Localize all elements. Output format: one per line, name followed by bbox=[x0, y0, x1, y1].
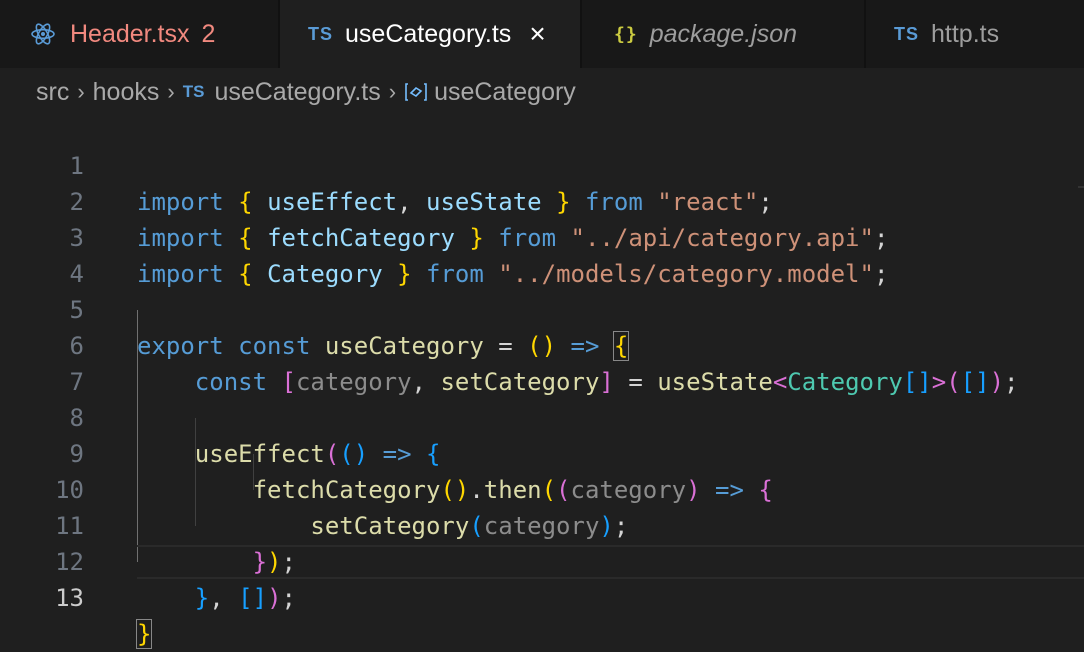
code-line: 1 import { useEffect, useState } from "r… bbox=[0, 112, 1084, 216]
json-icon: {} bbox=[614, 23, 638, 45]
symbol-variable-icon bbox=[405, 83, 427, 101]
code-line: 12 }, []); bbox=[0, 508, 1084, 612]
code-line: 2 import { fetchCategory } from "../api/… bbox=[0, 148, 1084, 252]
code-editor[interactable]: 1 import { useEffect, useState } from "r… bbox=[0, 112, 1084, 652]
problems-count-badge: 2 bbox=[201, 19, 216, 48]
react-icon bbox=[31, 23, 55, 45]
code-line: 4 bbox=[0, 220, 1084, 288]
code-line: 5 export const useCategory = () => { bbox=[0, 256, 1084, 361]
tab-label: package.json bbox=[649, 19, 798, 48]
breadcrumb-item-file[interactable]: useCategory.ts bbox=[214, 78, 380, 107]
tab-http-ts[interactable]: TS http.ts bbox=[866, 0, 1084, 68]
breadcrumb-item-src[interactable]: src bbox=[36, 78, 69, 107]
code-line: 7 bbox=[0, 328, 1084, 396]
code-line: 10 setCategory(category); bbox=[0, 436, 1084, 540]
chevron-right-icon: › bbox=[388, 79, 397, 104]
typescript-icon: TS bbox=[182, 82, 205, 101]
tab-label: useCategory.ts bbox=[345, 19, 512, 48]
code-line: 8 useEffect(() => { bbox=[0, 364, 1084, 468]
tab-package-json[interactable]: {} package.json bbox=[582, 0, 866, 68]
breadcrumb-item-symbol[interactable]: useCategory bbox=[434, 78, 576, 107]
tab-header-tsx[interactable]: Header.tsx 2 bbox=[0, 0, 280, 68]
code-line: 13 } bbox=[0, 544, 1084, 649]
code-line: 11 }); bbox=[0, 472, 1084, 576]
tab-usecategory-ts[interactable]: TS useCategory.ts × bbox=[280, 0, 582, 68]
line-number: 13 bbox=[55, 584, 84, 612]
code-line: 3 import { Category } from "../models/ca… bbox=[0, 184, 1084, 288]
tab-label: Header.tsx bbox=[70, 19, 190, 48]
chevron-right-icon: › bbox=[167, 79, 175, 104]
editor-tab-bar: Header.tsx 2 TS useCategory.ts × {} pack… bbox=[0, 0, 1084, 68]
scrollbar-marker bbox=[1078, 186, 1084, 188]
code-line: 9 fetchCategory().then((category) => { bbox=[0, 400, 1084, 504]
code-line: 6 const [category, setCategory] = useSta… bbox=[0, 292, 1084, 396]
close-icon[interactable]: × bbox=[529, 20, 545, 48]
typescript-icon: TS bbox=[308, 23, 334, 44]
typescript-icon: TS bbox=[894, 23, 920, 44]
breadcrumb: src › hooks › TS useCategory.ts › useCat… bbox=[36, 72, 576, 112]
breadcrumb-item-hooks[interactable]: hooks bbox=[93, 78, 160, 107]
chevron-right-icon: › bbox=[77, 79, 85, 104]
tab-label: http.ts bbox=[931, 19, 1000, 48]
